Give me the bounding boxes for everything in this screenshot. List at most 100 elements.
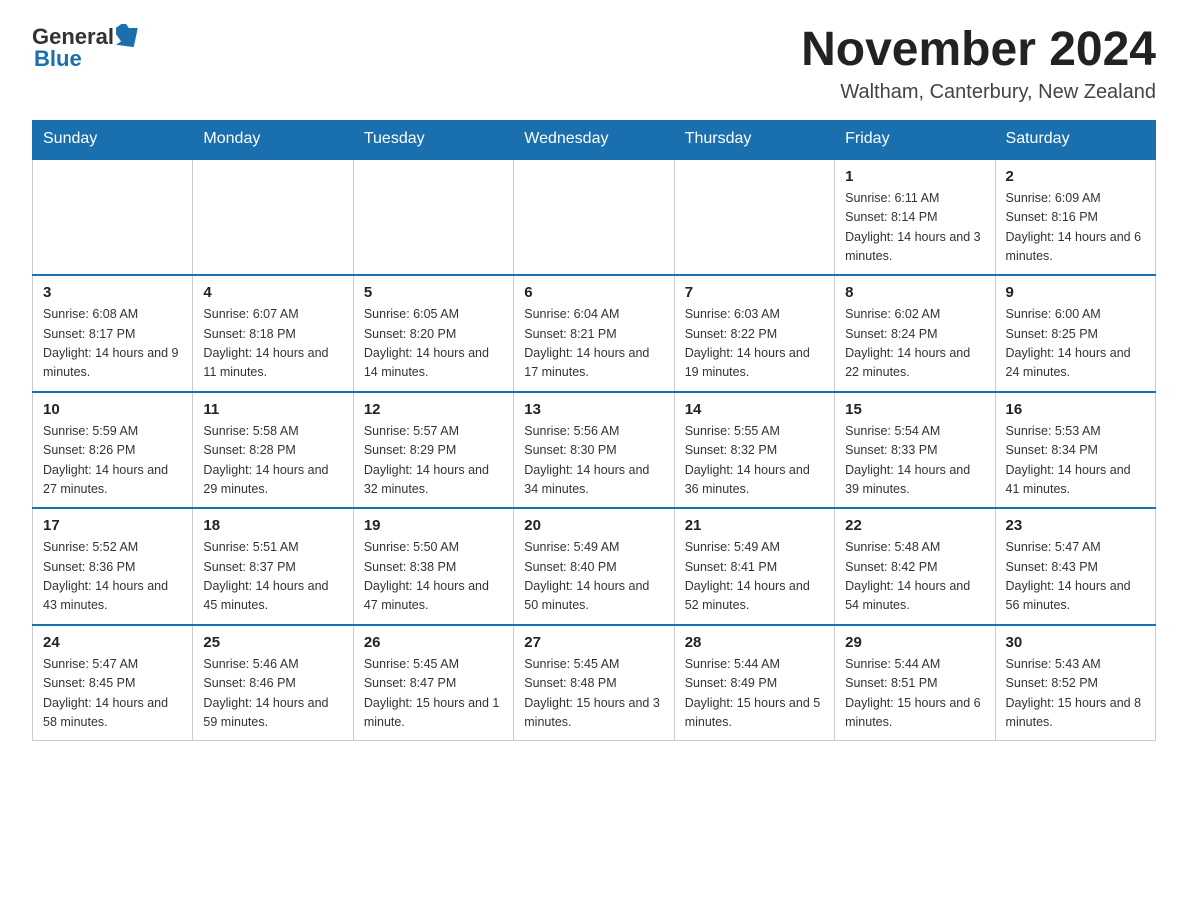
table-row: 13 Sunrise: 5:56 AMSunset: 8:30 PMDayligh… [514, 392, 674, 509]
table-row: 12Sunrise: 5:57 AMSunset: 8:29 PMDayligh… [353, 392, 513, 509]
table-row: 17 Sunrise: 5:52 AMSunset: 8:36 PMDayligh… [33, 508, 193, 625]
table-row: 21Sunrise: 5:49 AMSunset: 8:41 PMDayligh… [674, 508, 834, 625]
day-info: Sunrise: 6:07 AMSunset: 8:18 PMDaylight:… [203, 305, 342, 383]
day-number: 24 [43, 634, 182, 651]
table-row: 16Sunrise: 5:53 AMSunset: 8:34 PMDayligh… [995, 392, 1155, 509]
day-info: Sunrise: 5:53 AMSunset: 8:34 PMDaylight:… [1006, 422, 1145, 500]
day-info: Sunrise: 5:44 AMSunset: 8:51 PMDaylight:… [845, 655, 984, 733]
day-number: 7 [685, 284, 824, 301]
day-number: 12 [364, 401, 503, 418]
header-saturday: Saturday [995, 120, 1155, 159]
table-row: 14 Sunrise: 5:55 AMSunset: 8:32 PMDayligh… [674, 392, 834, 509]
table-row: 15 Sunrise: 5:54 AMSunset: 8:33 PMDayligh… [835, 392, 995, 509]
table-row: 22 Sunrise: 5:48 AMSunset: 8:42 PMDayligh… [835, 508, 995, 625]
day-info: Sunrise: 6:08 AMSunset: 8:17 PMDaylight:… [43, 305, 182, 383]
day-info: Sunrise: 5:45 AMSunset: 8:47 PMDaylight:… [364, 655, 503, 733]
day-info: Sunrise: 5:55 AMSunset: 8:32 PMDaylight:… [685, 422, 824, 500]
main-title: November 2024 [801, 24, 1156, 77]
day-number: 6 [524, 284, 663, 301]
table-row: 2 Sunrise: 6:09 AMSunset: 8:16 PMDaylight… [995, 159, 1155, 276]
day-info: Sunrise: 5:46 AMSunset: 8:46 PMDaylight:… [203, 655, 342, 733]
day-number: 19 [364, 517, 503, 534]
table-row: 27Sunrise: 5:45 AMSunset: 8:48 PMDayligh… [514, 625, 674, 741]
day-info: Sunrise: 6:09 AMSunset: 8:16 PMDaylight:… [1006, 189, 1145, 267]
header-wednesday: Wednesday [514, 120, 674, 159]
day-number: 5 [364, 284, 503, 301]
day-number: 14 [685, 401, 824, 418]
day-number: 20 [524, 517, 663, 534]
table-row [353, 159, 513, 276]
table-row: 9 Sunrise: 6:00 AMSunset: 8:25 PMDaylight… [995, 275, 1155, 392]
day-number: 30 [1006, 634, 1145, 651]
day-info: Sunrise: 6:00 AMSunset: 8:25 PMDaylight:… [1006, 305, 1145, 383]
day-number: 15 [845, 401, 984, 418]
table-row: 5 Sunrise: 6:05 AMSunset: 8:20 PMDaylight… [353, 275, 513, 392]
day-number: 13 [524, 401, 663, 418]
day-info: Sunrise: 5:52 AMSunset: 8:36 PMDaylight:… [43, 538, 182, 616]
table-row: 20 Sunrise: 5:49 AMSunset: 8:40 PMDayligh… [514, 508, 674, 625]
day-info: Sunrise: 5:48 AMSunset: 8:42 PMDaylight:… [845, 538, 984, 616]
day-number: 18 [203, 517, 342, 534]
table-row: 24Sunrise: 5:47 AMSunset: 8:45 PMDayligh… [33, 625, 193, 741]
logo-arrow-icon [116, 24, 142, 50]
day-number: 1 [845, 168, 984, 185]
day-info: Sunrise: 6:05 AMSunset: 8:20 PMDaylight:… [364, 305, 503, 383]
table-row [514, 159, 674, 276]
logo: General Blue [32, 24, 142, 72]
calendar-week-row: 3Sunrise: 6:08 AMSunset: 8:17 PMDaylight… [33, 275, 1156, 392]
day-info: Sunrise: 5:58 AMSunset: 8:28 PMDaylight:… [203, 422, 342, 500]
table-row: 11Sunrise: 5:58 AMSunset: 8:28 PMDayligh… [193, 392, 353, 509]
header-thursday: Thursday [674, 120, 834, 159]
table-row: 1 Sunrise: 6:11 AMSunset: 8:14 PMDaylight… [835, 159, 995, 276]
table-row: 7 Sunrise: 6:03 AMSunset: 8:22 PMDaylight… [674, 275, 834, 392]
day-info: Sunrise: 6:02 AMSunset: 8:24 PMDaylight:… [845, 305, 984, 383]
table-row [33, 159, 193, 276]
day-info: Sunrise: 5:51 AMSunset: 8:37 PMDaylight:… [203, 538, 342, 616]
header-monday: Monday [193, 120, 353, 159]
day-number: 10 [43, 401, 182, 418]
subtitle: Waltham, Canterbury, New Zealand [801, 81, 1156, 104]
day-number: 8 [845, 284, 984, 301]
table-row: 10 Sunrise: 5:59 AMSunset: 8:26 PMDayligh… [33, 392, 193, 509]
table-row: 26 Sunrise: 5:45 AMSunset: 8:47 PMDayligh… [353, 625, 513, 741]
day-number: 29 [845, 634, 984, 651]
day-number: 25 [203, 634, 342, 651]
day-info: Sunrise: 6:11 AMSunset: 8:14 PMDaylight:… [845, 189, 984, 267]
day-number: 22 [845, 517, 984, 534]
logo-blue-text: Blue [34, 46, 82, 72]
day-info: Sunrise: 5:43 AMSunset: 8:52 PMDaylight:… [1006, 655, 1145, 733]
calendar-header-row: Sunday Monday Tuesday Wednesday Thursday… [33, 120, 1156, 159]
day-info: Sunrise: 5:47 AMSunset: 8:43 PMDaylight:… [1006, 538, 1145, 616]
day-number: 28 [685, 634, 824, 651]
day-number: 17 [43, 517, 182, 534]
table-row: 25 Sunrise: 5:46 AMSunset: 8:46 PMDayligh… [193, 625, 353, 741]
header-tuesday: Tuesday [353, 120, 513, 159]
day-info: Sunrise: 5:56 AMSunset: 8:30 PMDaylight:… [524, 422, 663, 500]
header-friday: Friday [835, 120, 995, 159]
table-row: 29 Sunrise: 5:44 AMSunset: 8:51 PMDayligh… [835, 625, 995, 741]
table-row: 4 Sunrise: 6:07 AMSunset: 8:18 PMDaylight… [193, 275, 353, 392]
day-info: Sunrise: 6:03 AMSunset: 8:22 PMDaylight:… [685, 305, 824, 383]
day-number: 4 [203, 284, 342, 301]
table-row: 19Sunrise: 5:50 AMSunset: 8:38 PMDayligh… [353, 508, 513, 625]
day-number: 26 [364, 634, 503, 651]
day-info: Sunrise: 5:49 AMSunset: 8:41 PMDaylight:… [685, 538, 824, 616]
day-number: 9 [1006, 284, 1145, 301]
table-row: 18 Sunrise: 5:51 AMSunset: 8:37 PMDayligh… [193, 508, 353, 625]
day-info: Sunrise: 5:45 AMSunset: 8:48 PMDaylight:… [524, 655, 663, 733]
calendar-week-row: 24Sunrise: 5:47 AMSunset: 8:45 PMDayligh… [33, 625, 1156, 741]
day-info: Sunrise: 6:04 AMSunset: 8:21 PMDaylight:… [524, 305, 663, 383]
table-row: 3Sunrise: 6:08 AMSunset: 8:17 PMDaylight… [33, 275, 193, 392]
page-header: General Blue November 2024 Waltham, Cant… [32, 24, 1156, 104]
day-info: Sunrise: 5:54 AMSunset: 8:33 PMDaylight:… [845, 422, 984, 500]
day-number: 23 [1006, 517, 1145, 534]
day-info: Sunrise: 5:49 AMSunset: 8:40 PMDaylight:… [524, 538, 663, 616]
table-row: 23 Sunrise: 5:47 AMSunset: 8:43 PMDayligh… [995, 508, 1155, 625]
day-info: Sunrise: 5:59 AMSunset: 8:26 PMDaylight:… [43, 422, 182, 500]
calendar-week-row: 17 Sunrise: 5:52 AMSunset: 8:36 PMDayligh… [33, 508, 1156, 625]
table-row [193, 159, 353, 276]
title-block: November 2024 Waltham, Canterbury, New Z… [801, 24, 1156, 104]
table-row: 30 Sunrise: 5:43 AMSunset: 8:52 PMDayligh… [995, 625, 1155, 741]
table-row: 6 Sunrise: 6:04 AMSunset: 8:21 PMDaylight… [514, 275, 674, 392]
day-number: 2 [1006, 168, 1145, 185]
